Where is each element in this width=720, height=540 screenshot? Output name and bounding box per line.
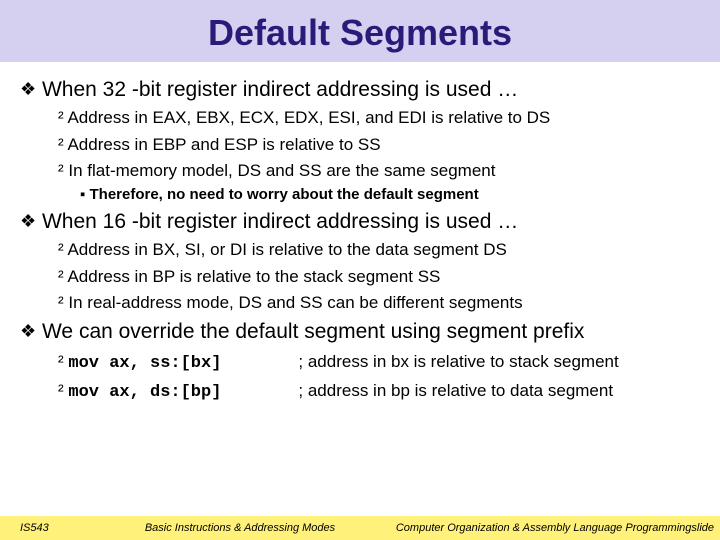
- footer-center: Basic Instructions & Addressing Modes: [140, 522, 340, 534]
- bullet-l2: ² In flat-memory model, DS and SS are th…: [58, 161, 700, 181]
- bullet-l2-code: ² mov ax, ds:[bp]; address in bp is rela…: [58, 381, 700, 402]
- bullet-l1: ❖ We can override the default segment us…: [20, 320, 700, 344]
- code-comment: ; address in bp is relative to data segm…: [298, 381, 613, 400]
- bullet-l2: ² Address in BX, SI, or DI is relative t…: [58, 240, 700, 260]
- code-text: mov ax, ss:[bx]: [68, 354, 298, 373]
- bullet-l2-code: ² mov ax, ss:[bx]; address in bx is rela…: [58, 352, 700, 373]
- footer-left: IS543: [0, 522, 140, 534]
- text: Address in BP is relative to the stack s…: [67, 267, 440, 286]
- slide-title: Default Segments: [0, 12, 720, 54]
- code-comment: ; address in bx is relative to stack seg…: [298, 352, 618, 371]
- text: Address in EAX, EBX, ECX, EDX, ESI, and …: [67, 108, 550, 127]
- code-text: mov ax, ds:[bp]: [68, 383, 298, 402]
- text: In real-address mode, DS and SS can be d…: [68, 293, 522, 312]
- bullet-l1: ❖ When 16 -bit register indirect address…: [20, 210, 700, 234]
- text: Therefore, no need to worry about the de…: [90, 186, 479, 203]
- footer-right: Computer Organization & Assembly Languag…: [340, 522, 720, 534]
- title-bar: Default Segments: [0, 0, 720, 62]
- bullet-l2: ² Address in EBP and ESP is relative to …: [58, 135, 700, 155]
- text: When 16 -bit register indirect addressin…: [42, 210, 518, 233]
- bullet-l2: ² In real-address mode, DS and SS can be…: [58, 293, 700, 313]
- footer-bar: IS543 Basic Instructions & Addressing Mo…: [0, 516, 720, 540]
- bullet-l3: ▪ Therefore, no need to worry about the …: [80, 186, 700, 204]
- text: When 32 -bit register indirect addressin…: [42, 78, 518, 101]
- text: In flat-memory model, DS and SS are the …: [68, 161, 495, 180]
- text: We can override the default segment usin…: [42, 320, 584, 343]
- bullet-l1: ❖ When 32 -bit register indirect address…: [20, 78, 700, 102]
- slide-content: ❖ When 32 -bit register indirect address…: [0, 62, 720, 402]
- bullet-l2: ² Address in BP is relative to the stack…: [58, 267, 700, 287]
- text: Address in EBP and ESP is relative to SS: [67, 135, 380, 154]
- bullet-l2: ² Address in EAX, EBX, ECX, EDX, ESI, an…: [58, 108, 700, 128]
- text: Address in BX, SI, or DI is relative to …: [67, 240, 506, 259]
